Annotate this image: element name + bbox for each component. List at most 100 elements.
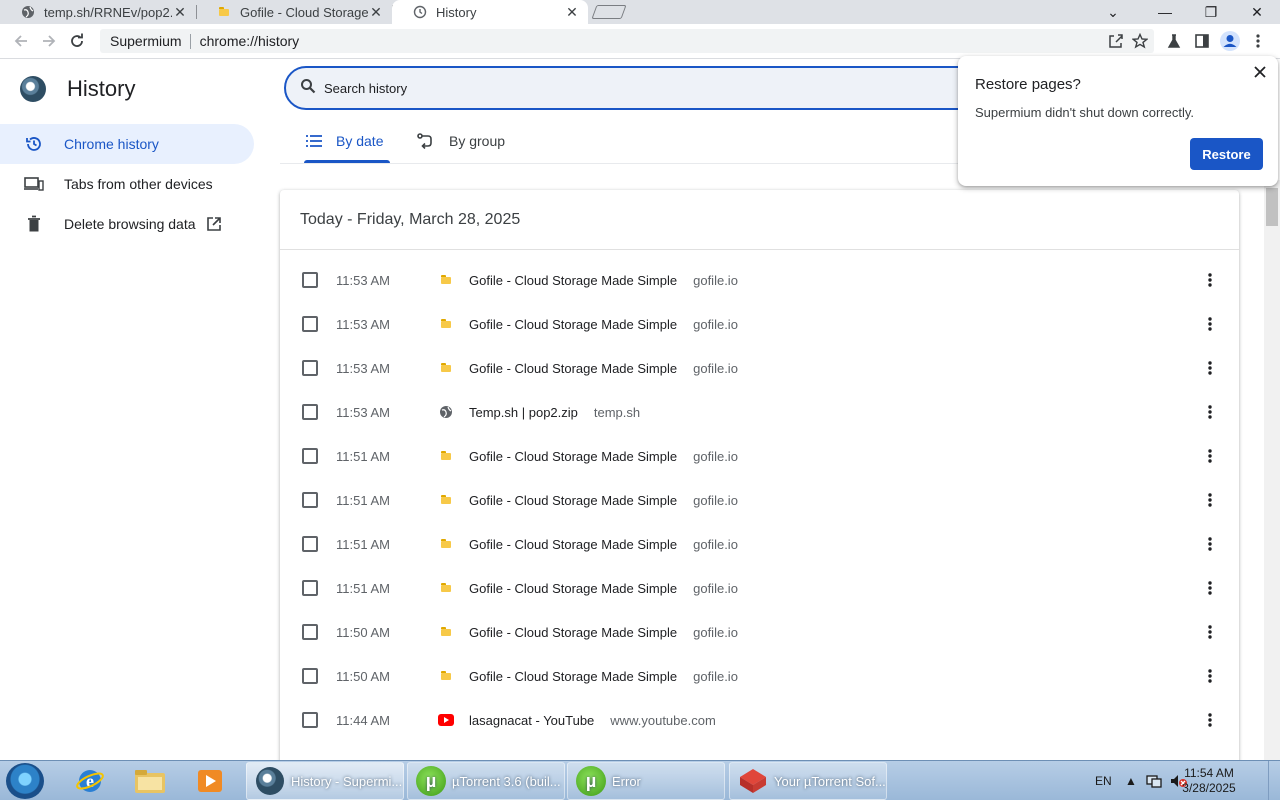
trash-icon bbox=[24, 214, 44, 234]
more-vert-icon[interactable] bbox=[1200, 710, 1220, 730]
more-vert-icon[interactable] bbox=[1246, 29, 1270, 53]
reload-button[interactable] bbox=[64, 28, 90, 54]
more-vert-icon[interactable] bbox=[1200, 446, 1220, 466]
more-vert-icon[interactable] bbox=[1200, 402, 1220, 422]
folder-icon bbox=[216, 4, 232, 20]
back-button[interactable] bbox=[8, 28, 34, 54]
row-checkbox[interactable] bbox=[302, 536, 318, 552]
close-icon[interactable]: ✕ bbox=[172, 4, 188, 20]
history-domain: temp.sh bbox=[593, 404, 641, 420]
sidebar-item-other-devices[interactable]: Tabs from other devices bbox=[0, 164, 254, 204]
more-vert-icon[interactable] bbox=[1200, 534, 1220, 554]
visit-time: 11:51 AM bbox=[336, 492, 390, 508]
row-checkbox[interactable] bbox=[302, 492, 318, 508]
row-checkbox[interactable] bbox=[302, 668, 318, 684]
page-title-link[interactable]: Gofile - Cloud Storage Made Simple gofile… bbox=[469, 669, 738, 684]
sidebar-item-chrome-history[interactable]: Chrome history bbox=[0, 124, 254, 164]
page-title-link[interactable]: Temp.sh | pop2.zip temp.sh bbox=[469, 405, 640, 420]
sidebar-item-delete-data[interactable]: Delete browsing data bbox=[0, 204, 254, 244]
history-row[interactable]: 11:50 AM Gofile - Cloud Storage Made Simp… bbox=[280, 610, 1239, 654]
page-title-link[interactable]: Gofile - Cloud Storage Made Simple gofile… bbox=[469, 361, 738, 376]
search-box[interactable] bbox=[284, 66, 984, 110]
bookmark-star-icon[interactable] bbox=[1128, 29, 1152, 53]
row-checkbox[interactable] bbox=[302, 580, 318, 596]
row-checkbox[interactable] bbox=[302, 404, 318, 420]
profile-avatar-icon[interactable] bbox=[1218, 29, 1242, 53]
history-row[interactable]: 11:53 AM Gofile - Cloud Storage Made Simp… bbox=[280, 346, 1239, 390]
folder-icon bbox=[438, 668, 454, 684]
history-title: Gofile - Cloud Storage Made Simple bbox=[469, 272, 678, 288]
row-checkbox[interactable] bbox=[302, 624, 318, 640]
page-title-link[interactable]: Gofile - Cloud Storage Made Simple gofile… bbox=[469, 449, 738, 464]
restore-button[interactable]: Restore bbox=[1190, 138, 1263, 170]
taskbar-item-installer[interactable]: Your µTorrent Sof... bbox=[729, 762, 887, 800]
page-scrollbar[interactable] bbox=[1264, 180, 1280, 760]
tray-expand-icon[interactable]: ▲ bbox=[1125, 761, 1137, 800]
row-checkbox[interactable] bbox=[302, 272, 318, 288]
tab-by-group[interactable]: By group bbox=[417, 128, 505, 154]
taskbar-item-label: History - Supermi... bbox=[291, 773, 403, 789]
side-panel-icon[interactable] bbox=[1190, 29, 1214, 53]
address-bar[interactable]: Supermium chrome://history bbox=[100, 29, 1154, 53]
history-row[interactable]: 11:53 AM Gofile - Cloud Storage Made Simp… bbox=[280, 258, 1239, 302]
more-vert-icon[interactable] bbox=[1200, 358, 1220, 378]
restore-button[interactable]: ❐ bbox=[1188, 0, 1234, 24]
page-title-link[interactable]: lasagnacat - YouTube www.youtube.com bbox=[469, 713, 716, 728]
network-icon[interactable] bbox=[1146, 761, 1162, 800]
file-explorer-icon[interactable] bbox=[124, 764, 176, 798]
row-checkbox[interactable] bbox=[302, 712, 318, 728]
language-indicator[interactable]: EN bbox=[1095, 761, 1112, 800]
system-clock[interactable]: 11:54 AM 3/28/2025 bbox=[1168, 766, 1250, 796]
internet-explorer-icon[interactable]: e bbox=[64, 764, 116, 798]
history-row[interactable]: 11:53 AM Temp.sh | pop2.zip temp.sh bbox=[280, 390, 1239, 434]
new-tab-button[interactable] bbox=[591, 5, 627, 19]
row-checkbox[interactable] bbox=[302, 448, 318, 464]
history-domain: gofile.io bbox=[693, 316, 738, 332]
row-checkbox[interactable] bbox=[302, 360, 318, 376]
flask-icon[interactable] bbox=[1162, 29, 1186, 53]
start-button[interactable] bbox=[6, 763, 44, 799]
window-close-button[interactable]: ✕ bbox=[1234, 0, 1280, 24]
more-vert-icon[interactable] bbox=[1200, 314, 1220, 334]
page-title-link[interactable]: Gofile - Cloud Storage Made Simple gofile… bbox=[469, 581, 738, 596]
taskbar-item-error[interactable]: µ Error bbox=[567, 762, 725, 800]
close-icon[interactable]: ✕ bbox=[564, 4, 580, 20]
share-icon[interactable] bbox=[1104, 29, 1128, 53]
taskbar-item-history[interactable]: History - Supermi... bbox=[246, 762, 404, 800]
history-row[interactable]: 11:53 AM Gofile - Cloud Storage Made Simp… bbox=[280, 302, 1239, 346]
history-row[interactable]: 11:51 AM Gofile - Cloud Storage Made Simp… bbox=[280, 434, 1239, 478]
tab-by-date[interactable]: By date bbox=[306, 128, 383, 154]
history-row[interactable]: 11:50 AM Gofile - Cloud Storage Made Simp… bbox=[280, 654, 1239, 698]
list-icon bbox=[306, 135, 322, 147]
close-icon[interactable] bbox=[1252, 64, 1268, 80]
history-title: Gofile - Cloud Storage Made Simple bbox=[469, 624, 678, 640]
taskbar-item-utorrent[interactable]: µ µTorrent 3.6 (buil... bbox=[407, 762, 565, 800]
scrollbar-thumb[interactable] bbox=[1266, 188, 1278, 226]
row-checkbox[interactable] bbox=[302, 316, 318, 332]
page-title-link[interactable]: Gofile - Cloud Storage Made Simple gofile… bbox=[469, 493, 738, 508]
tab-search-button[interactable]: ⌄ bbox=[1090, 0, 1136, 24]
close-icon[interactable]: ✕ bbox=[368, 4, 384, 20]
more-vert-icon[interactable] bbox=[1200, 622, 1220, 642]
browser-tab-temp-sh[interactable]: temp.sh/RRNEv/pop2.zip ✕ bbox=[0, 0, 197, 24]
minimize-button[interactable]: — bbox=[1142, 0, 1188, 24]
search-input[interactable] bbox=[324, 80, 924, 96]
page-title-link[interactable]: Gofile - Cloud Storage Made Simple gofile… bbox=[469, 273, 738, 288]
tab-title: Gofile - Cloud Storage Made Simple bbox=[240, 4, 368, 20]
more-vert-icon[interactable] bbox=[1200, 490, 1220, 510]
browser-tab-gofile[interactable]: Gofile - Cloud Storage Made Simple ✕ bbox=[196, 0, 393, 24]
page-title-link[interactable]: Gofile - Cloud Storage Made Simple gofile… bbox=[469, 625, 738, 640]
history-row[interactable]: 11:51 AM Gofile - Cloud Storage Made Simp… bbox=[280, 566, 1239, 610]
more-vert-icon[interactable] bbox=[1200, 578, 1220, 598]
more-vert-icon[interactable] bbox=[1200, 666, 1220, 686]
browser-tab-history[interactable]: History ✕ bbox=[392, 0, 588, 24]
history-row[interactable]: 11:44 AM lasagnacat - YouTube www.youtube.… bbox=[280, 698, 1239, 742]
media-player-icon[interactable] bbox=[184, 764, 236, 798]
page-title-link[interactable]: Gofile - Cloud Storage Made Simple gofile… bbox=[469, 317, 738, 332]
forward-button[interactable] bbox=[36, 28, 62, 54]
page-title-link[interactable]: Gofile - Cloud Storage Made Simple gofile… bbox=[469, 537, 738, 552]
show-desktop-button[interactable] bbox=[1268, 761, 1280, 800]
history-row[interactable]: 11:51 AM Gofile - Cloud Storage Made Simp… bbox=[280, 478, 1239, 522]
history-row[interactable]: 11:51 AM Gofile - Cloud Storage Made Simp… bbox=[280, 522, 1239, 566]
more-vert-icon[interactable] bbox=[1200, 270, 1220, 290]
